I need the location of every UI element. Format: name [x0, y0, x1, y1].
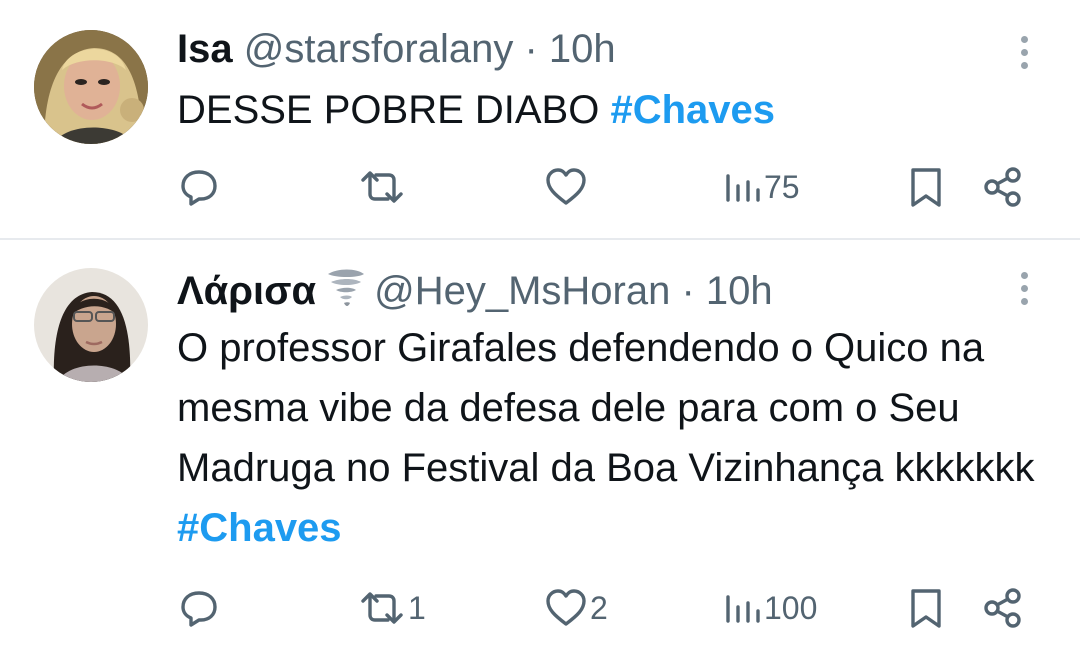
timestamp[interactable]: 10h — [706, 269, 773, 313]
views-icon — [726, 595, 760, 623]
tweet-header: Λάρισα @Hey_MsHoran · 10h — [177, 266, 773, 320]
share-button[interactable] — [982, 583, 1024, 633]
tweet-actions: 1 2 100 — [0, 583, 1080, 633]
bookmark-icon — [911, 589, 941, 628]
like-count: 2 — [590, 589, 608, 626]
retweet-button[interactable]: 1 — [358, 583, 426, 633]
like-icon — [546, 589, 586, 626]
display-name[interactable]: Λάρισα — [177, 269, 316, 313]
view-count: 100 — [764, 589, 818, 626]
reply-icon — [181, 591, 217, 627]
retweet-icon — [361, 592, 403, 624]
bookmark-button[interactable] — [906, 583, 946, 633]
views-button[interactable]: 100 — [722, 583, 817, 633]
tornado-emoji-icon — [324, 266, 368, 320]
tweet-text: O professor Girafales defendendo o Quico… — [177, 318, 1057, 558]
retweet-count: 1 — [408, 589, 426, 626]
tweet-body: O professor Girafales defendendo o Quico… — [177, 326, 1035, 490]
tweet[interactable]: Λάρισα @Hey_MsHoran · 10h O professor Gir… — [0, 0, 1080, 628]
more-icon[interactable] — [1018, 272, 1030, 312]
like-button[interactable]: 2 — [544, 583, 608, 633]
hashtag-link[interactable]: #Chaves — [177, 506, 342, 550]
user-handle[interactable]: @Hey_MsHoran — [374, 269, 670, 313]
share-icon — [984, 588, 1021, 628]
reply-button[interactable] — [178, 583, 222, 633]
avatar[interactable] — [34, 268, 148, 382]
separator-dot: · — [681, 269, 695, 313]
